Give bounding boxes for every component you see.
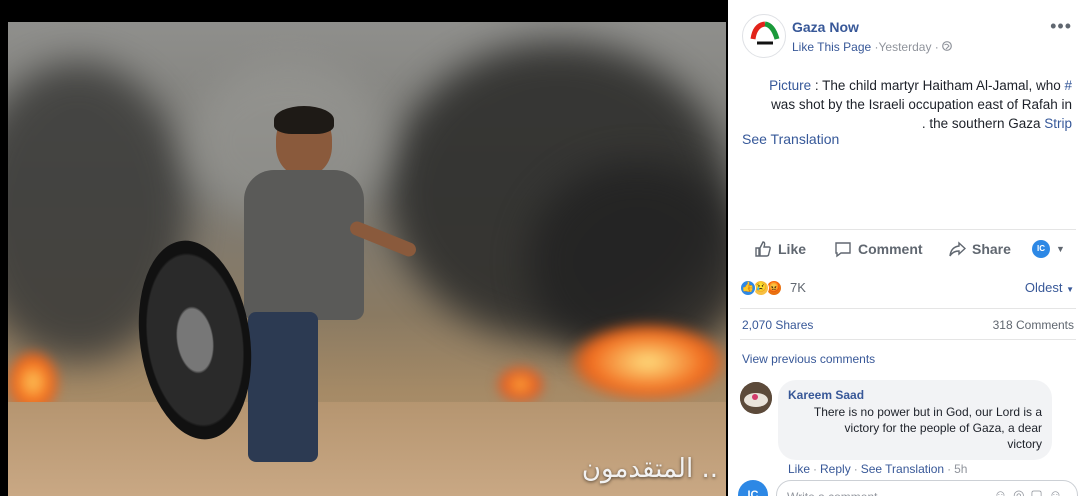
like-label: Like	[778, 241, 807, 257]
sticker-icon[interactable]: ☺	[1049, 487, 1068, 496]
separator: ·	[947, 462, 952, 476]
stats-row: 2,070 Shares 318 Comments	[740, 308, 1076, 340]
page-avatar[interactable]	[742, 14, 786, 58]
comment-like-link[interactable]: Like	[788, 462, 810, 476]
facebook-photo-viewer: المتقدمون .. Gaza Now Like This Page ·Ye…	[0, 0, 1088, 496]
comment-text-line: There is no power but in God, our Lord i…	[813, 405, 1042, 419]
more-options-icon[interactable]: •••	[1050, 16, 1072, 37]
fire	[498, 367, 543, 402]
post-text-line: Picture : The child martyr Haitham Al-Ja…	[742, 76, 1072, 95]
post-photo[interactable]: المتقدمون ..	[8, 22, 726, 496]
gaza-now-logo-icon	[750, 21, 780, 45]
share-label: Share	[972, 241, 1011, 257]
comment-actions: Like · Reply · See Translation · 5h	[788, 462, 967, 476]
emoji-icon[interactable]: ☺	[994, 487, 1013, 496]
like-button[interactable]: Like	[754, 238, 806, 260]
comment-time[interactable]: 5h	[954, 462, 967, 476]
comment-see-translation-link[interactable]: See Translation	[861, 462, 944, 476]
separator: ·	[853, 462, 858, 476]
post-time[interactable]: ·Yesterday ·	[875, 40, 939, 54]
boy-jeans	[248, 312, 318, 462]
comments-count[interactable]: 318 Comments	[993, 318, 1074, 332]
reaction-count[interactable]: 7K	[790, 280, 806, 295]
photo-viewer: المتقدمون ..	[0, 0, 728, 496]
writer-avatar: IC	[738, 480, 768, 496]
view-previous-comments-link[interactable]: View previous comments	[742, 352, 875, 366]
photo-caption: المتقدمون ..	[581, 454, 718, 484]
strip-link[interactable]: Strip	[1044, 116, 1072, 131]
see-translation-link[interactable]: See Translation	[742, 131, 839, 147]
comment-reply-link[interactable]: Reply	[820, 462, 851, 476]
post-as-selector[interactable]: IC ▼	[1032, 238, 1065, 260]
action-bar: Like Comment Share IC ▼	[740, 229, 1076, 269]
shares-count[interactable]: 2,070 Shares	[742, 318, 813, 332]
gif-icon[interactable]: ▢	[1030, 487, 1048, 496]
post-text-segment: . the southern Gaza	[921, 116, 1045, 131]
comment-avatar[interactable]	[740, 382, 772, 414]
comment-bubble: Kareem Saad There is no power but in God…	[778, 380, 1052, 460]
comment-input-icons: ☺◎▢☺	[994, 487, 1068, 496]
post-meta: Like This Page ·Yesterday ·	[792, 40, 953, 54]
post-text: Picture : The child martyr Haitham Al-Ja…	[742, 76, 1072, 133]
post-text-segment: : The child martyr Haitham Al-Jamal, who	[811, 78, 1065, 93]
post-text-line: was shot by the Israeli occupation east …	[771, 97, 1072, 112]
fire	[568, 322, 726, 402]
comment-author[interactable]: Kareem Saad	[788, 388, 1042, 402]
post-header: Gaza Now Like This Page ·Yesterday · •••	[742, 14, 1078, 60]
hashtag-link[interactable]: #	[1064, 78, 1072, 93]
comment-text: There is no power but in God, our Lord i…	[788, 404, 1042, 452]
chevron-down-icon: ▼	[1056, 244, 1065, 254]
comment-sort-dropdown[interactable]: Oldest ▼	[1025, 280, 1074, 295]
profile-avatar: IC	[1032, 240, 1050, 258]
share-button[interactable]: Share	[948, 238, 1011, 260]
avatar-image	[740, 382, 772, 414]
comment-icon	[835, 242, 851, 258]
page-name[interactable]: Gaza Now	[792, 19, 859, 35]
share-icon	[949, 241, 966, 257]
comment: Kareem Saad There is no power but in God…	[740, 380, 1076, 476]
comment-button[interactable]: Comment	[834, 238, 923, 260]
reactions-row: 👍 😢 😡 7K Oldest ▼	[740, 278, 1076, 300]
globe-icon	[942, 40, 953, 54]
boy-shirt	[244, 170, 364, 320]
thumbs-up-icon	[755, 241, 771, 257]
picture-link[interactable]: Picture	[769, 78, 811, 93]
like-page-link[interactable]: Like This Page	[792, 40, 871, 54]
like-reaction-icon[interactable]: 👍	[740, 280, 756, 296]
comment-text-line: victory for the people of Gaza, a dear	[844, 421, 1042, 435]
chevron-down-icon: ▼	[1066, 285, 1074, 294]
separator: ·	[813, 462, 818, 476]
boy-hair	[274, 106, 334, 134]
comment-text-line: victory	[1007, 437, 1042, 451]
camera-icon[interactable]: ◎	[1013, 487, 1030, 496]
write-comment-row: IC Write a comment... ☺◎▢☺	[738, 480, 1078, 496]
comment-label: Comment	[858, 241, 923, 257]
post-side-panel: Gaza Now Like This Page ·Yesterday · •••…	[728, 0, 1088, 496]
comment-sort-label: Oldest	[1024, 280, 1063, 295]
